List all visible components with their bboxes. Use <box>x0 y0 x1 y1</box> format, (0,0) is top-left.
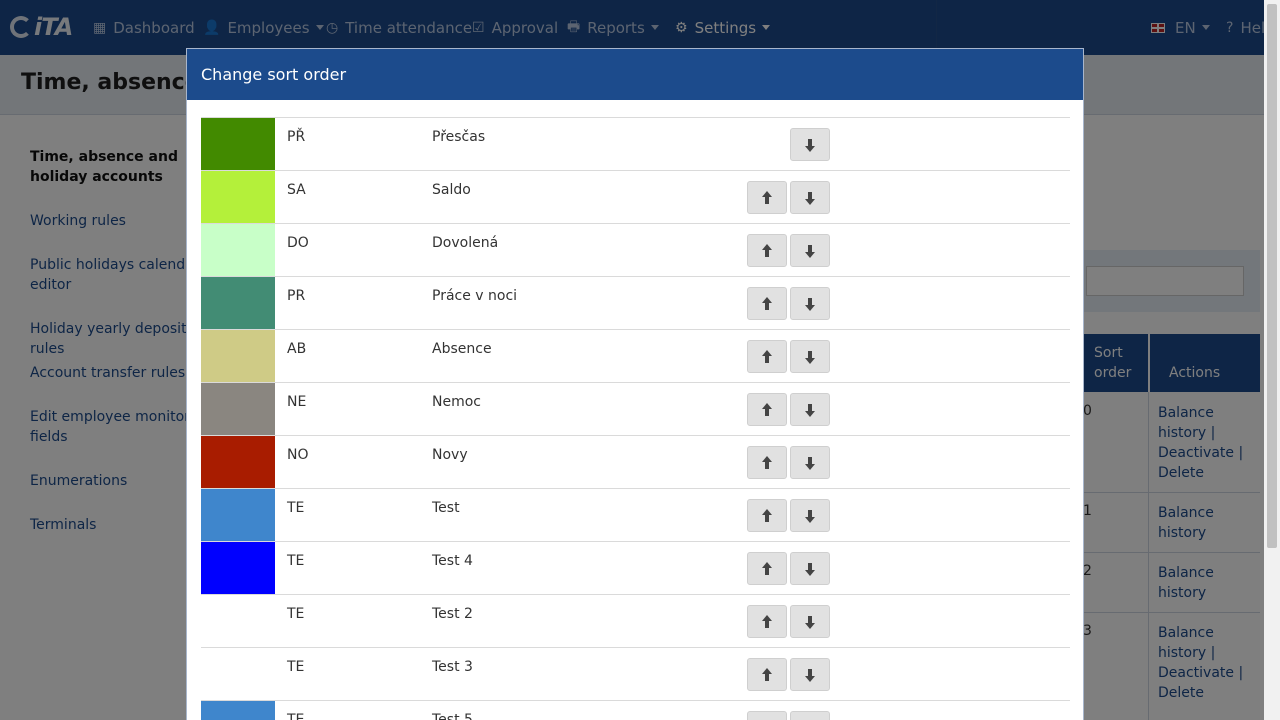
arrow-up-icon <box>762 191 772 204</box>
move-down-button[interactable] <box>790 658 830 691</box>
sort-order-row: DO Dovolená <box>201 223 1070 276</box>
account-code: TE <box>287 606 305 622</box>
account-code: TE <box>287 500 305 516</box>
change-sort-order-modal: Change sort order PŘ Přesčas SA Saldo DO Dovo… <box>186 48 1084 720</box>
account-name: Test <box>432 500 460 516</box>
arrow-down-icon <box>805 457 815 470</box>
arrow-down-icon <box>805 563 815 576</box>
color-swatch <box>201 701 275 720</box>
account-code: PR <box>287 288 306 304</box>
color-swatch <box>201 330 275 382</box>
sort-order-row: NO Novy <box>201 435 1070 488</box>
move-up-button[interactable] <box>747 446 787 479</box>
arrow-up-icon <box>762 403 772 416</box>
move-down-button[interactable] <box>790 605 830 638</box>
color-swatch <box>201 542 275 594</box>
color-swatch <box>201 383 275 435</box>
color-swatch <box>201 648 275 700</box>
account-code: TE <box>287 712 305 720</box>
sort-order-row: SA Saldo <box>201 170 1070 223</box>
move-up-button[interactable] <box>747 393 787 426</box>
move-down-button[interactable] <box>790 446 830 479</box>
account-name: Test 3 <box>432 659 473 675</box>
account-name: Absence <box>432 341 492 357</box>
sort-order-row: TE Test 5 <box>201 700 1070 720</box>
sort-order-row: TE Test <box>201 488 1070 541</box>
move-down-button[interactable] <box>790 393 830 426</box>
move-up-button[interactable] <box>747 658 787 691</box>
move-up-button[interactable] <box>747 287 787 320</box>
account-code: SA <box>287 182 306 198</box>
color-swatch <box>201 118 275 170</box>
account-name: Práce v noci <box>432 288 518 304</box>
color-swatch <box>201 277 275 329</box>
arrow-up-icon <box>762 615 772 628</box>
move-down-button[interactable] <box>790 340 830 373</box>
account-name: Test 2 <box>432 606 473 622</box>
move-up-button[interactable] <box>747 605 787 638</box>
arrow-up-icon <box>762 244 772 257</box>
sort-order-row: TE Test 3 <box>201 647 1070 700</box>
color-swatch <box>201 595 275 647</box>
account-name: Test 4 <box>432 553 473 569</box>
arrow-down-icon <box>805 192 815 205</box>
account-name: Dovolená <box>432 235 499 251</box>
arrow-down-icon <box>805 510 815 523</box>
move-down-button[interactable] <box>790 552 830 585</box>
account-code: TE <box>287 659 305 675</box>
account-code: NO <box>287 447 309 463</box>
scrollbar-thumb[interactable] <box>1267 4 1277 548</box>
account-name: Novy <box>432 447 468 463</box>
move-up-button[interactable] <box>747 234 787 267</box>
account-name: Test 5 <box>432 712 473 720</box>
account-code: DO <box>287 235 309 251</box>
color-swatch <box>201 171 275 223</box>
move-down-button[interactable] <box>790 181 830 214</box>
move-down-button[interactable] <box>790 711 830 720</box>
move-down-button[interactable] <box>790 128 830 161</box>
arrow-down-icon <box>805 245 815 258</box>
move-down-button[interactable] <box>790 287 830 320</box>
modal-title: Change sort order <box>201 65 347 84</box>
move-down-button[interactable] <box>790 499 830 532</box>
arrow-up-icon <box>762 562 772 575</box>
sort-order-row: PR Práce v noci <box>201 276 1070 329</box>
color-swatch <box>201 224 275 276</box>
arrow-up-icon <box>762 456 772 469</box>
color-swatch <box>201 436 275 488</box>
modal-header: Change sort order <box>187 49 1083 100</box>
sort-order-row: PŘ Přesčas <box>201 117 1070 170</box>
account-name: Saldo <box>432 182 471 198</box>
arrow-up-icon <box>762 668 772 681</box>
sort-order-row: TE Test 4 <box>201 541 1070 594</box>
sort-order-row: NE Nemoc <box>201 382 1070 435</box>
account-code: NE <box>287 394 307 410</box>
account-code: PŘ <box>287 129 306 145</box>
page-scrollbar[interactable] <box>1264 0 1280 720</box>
move-down-button[interactable] <box>790 234 830 267</box>
move-up-button[interactable] <box>747 181 787 214</box>
account-name: Nemoc <box>432 394 481 410</box>
arrow-down-icon <box>805 616 815 629</box>
arrow-down-icon <box>805 139 815 152</box>
move-up-button[interactable] <box>747 499 787 532</box>
color-swatch <box>201 489 275 541</box>
move-up-button[interactable] <box>747 552 787 585</box>
arrow-up-icon <box>762 350 772 363</box>
arrow-down-icon <box>805 351 815 364</box>
arrow-down-icon <box>805 669 815 682</box>
account-code: TE <box>287 553 305 569</box>
arrow-down-icon <box>805 404 815 417</box>
sort-order-list: PŘ Přesčas SA Saldo DO Dovolená PR Práce v noci… <box>201 117 1070 720</box>
move-up-button[interactable] <box>747 711 787 720</box>
arrow-up-icon <box>762 509 772 522</box>
sort-order-row: AB Absence <box>201 329 1070 382</box>
move-up-button[interactable] <box>747 340 787 373</box>
account-code: AB <box>287 341 307 357</box>
arrow-up-icon <box>762 297 772 310</box>
sort-order-row: TE Test 2 <box>201 594 1070 647</box>
arrow-down-icon <box>805 298 815 311</box>
account-name: Přesčas <box>432 129 486 145</box>
